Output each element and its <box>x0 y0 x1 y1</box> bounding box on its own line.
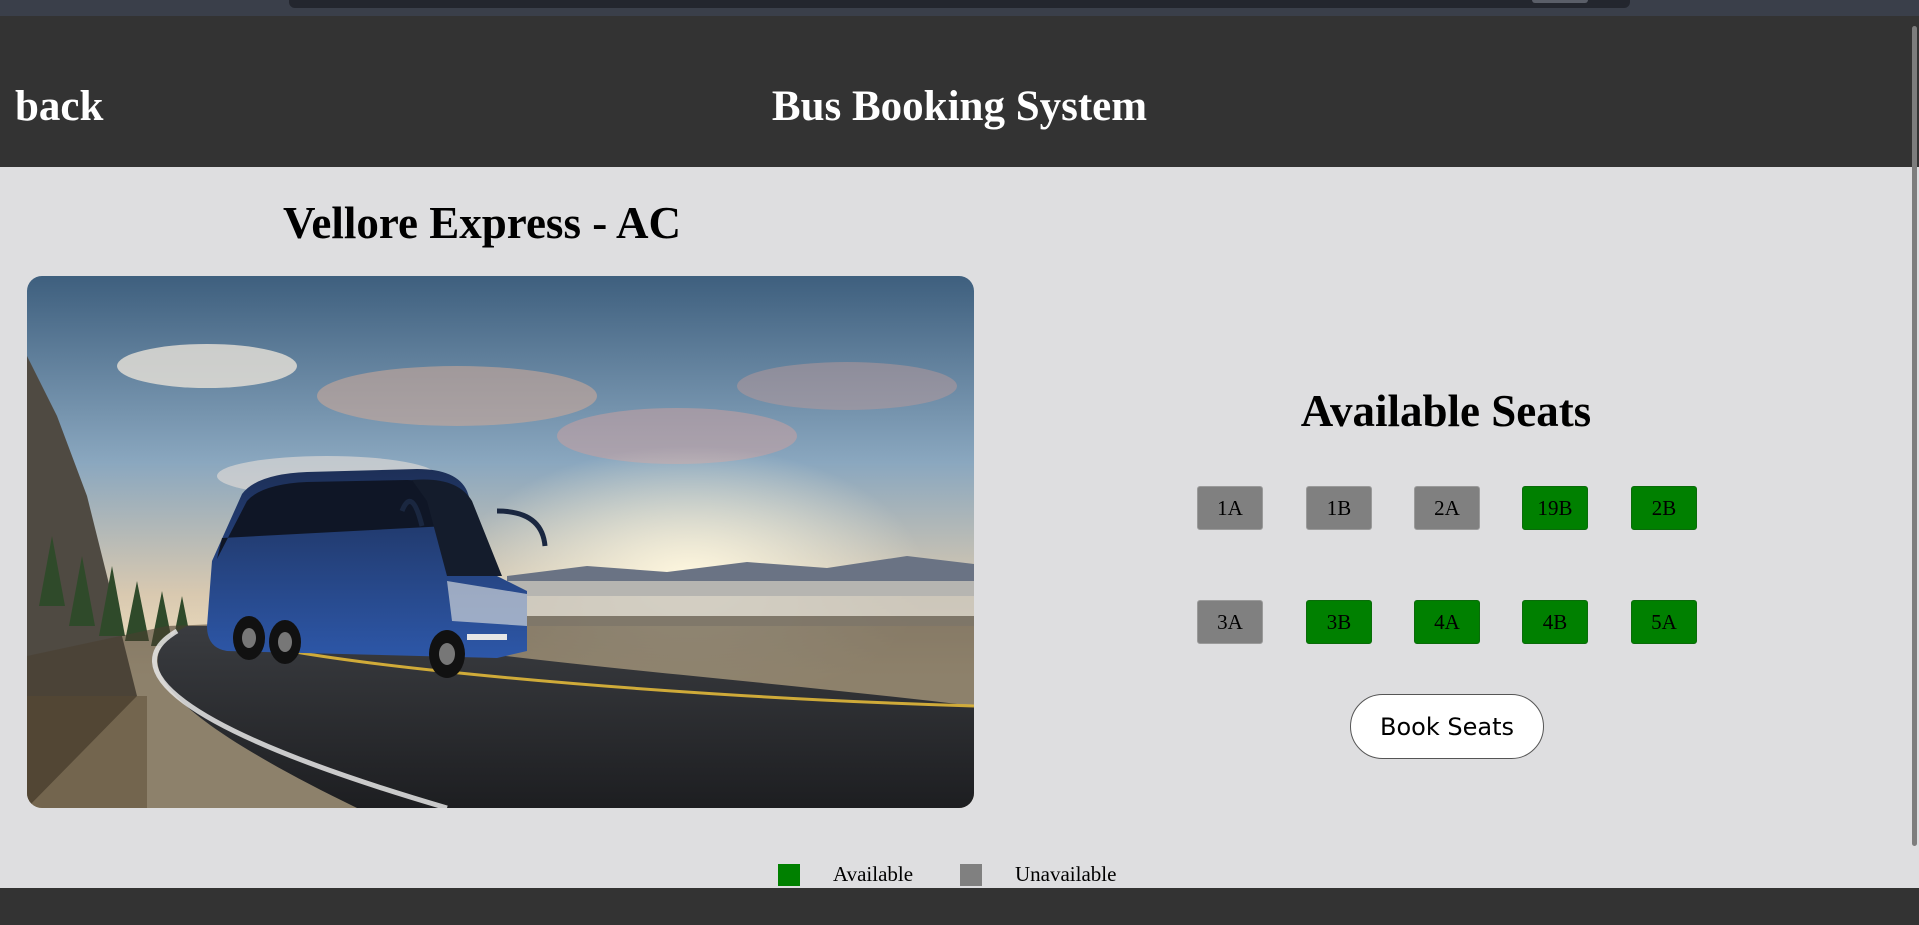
browser-address-bar[interactable] <box>289 0 1630 8</box>
seat-3a-button[interactable]: 3A <box>1197 600 1263 644</box>
browser-toolbar-button[interactable] <box>1532 0 1588 3</box>
available-legend-swatch <box>778 864 800 886</box>
seat-5a-button[interactable]: 5A <box>1631 600 1697 644</box>
seat-4a-button[interactable]: 4A <box>1414 600 1480 644</box>
seat-2b-button[interactable]: 2B <box>1631 486 1697 530</box>
available-seats-heading: Available Seats <box>1300 386 1592 436</box>
available-legend-label: Available <box>833 862 914 886</box>
unavailable-legend-label: Unavailable <box>1015 862 1117 886</box>
seat-3b-button[interactable]: 3B <box>1306 600 1372 644</box>
seat-1a-button[interactable]: 1A <box>1197 486 1263 530</box>
book-seats-button[interactable]: Book Seats <box>1350 694 1544 759</box>
site-header: back Bus Booking System <box>0 16 1919 167</box>
page-scrollbar[interactable] <box>1912 26 1917 846</box>
unavailable-legend-swatch <box>960 864 982 886</box>
seat-2a-button[interactable]: 2A <box>1414 486 1480 530</box>
bus-name-heading: Vellore Express - AC <box>283 198 681 248</box>
seat-19b-button[interactable]: 19B <box>1522 486 1588 530</box>
browser-top-strip <box>0 0 1919 16</box>
bus-photo <box>27 276 974 808</box>
page-title: Bus Booking System <box>771 83 1148 130</box>
seat-4b-button[interactable]: 4B <box>1522 600 1588 644</box>
seat-1b-button[interactable]: 1B <box>1306 486 1372 530</box>
site-footer <box>0 888 1919 925</box>
